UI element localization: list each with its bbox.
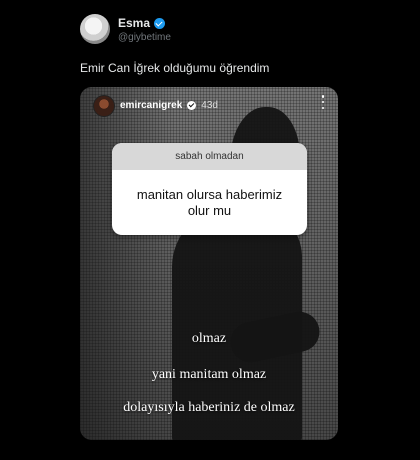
- more-vertical-icon[interactable]: [320, 95, 326, 109]
- author-handle[interactable]: @giybetime: [118, 32, 171, 43]
- story-time: 43d: [201, 99, 218, 111]
- question-sticker: sabah olmadan manitan olursa haberimiz o…: [112, 143, 307, 235]
- author-avatar[interactable]: [80, 14, 110, 44]
- question-header: sabah olmadan: [112, 143, 307, 170]
- caption-line-3: dolayısıyla haberiniz de olmaz: [123, 400, 295, 415]
- story-avatar[interactable]: [93, 95, 115, 117]
- question-answer: manitan olursa haberimiz olur mu: [136, 186, 283, 218]
- story-image[interactable]: emircanigrek 43d sabah olmadan manitan o…: [80, 87, 338, 440]
- author-name[interactable]: Esma: [118, 16, 150, 30]
- caption-line-1: olmaz: [191, 331, 227, 346]
- story-verified-icon: [187, 100, 197, 110]
- caption-line-2: yani manitam olmaz: [151, 367, 267, 382]
- verified-badge-icon: [154, 17, 166, 29]
- tweet-text: Emir Can İğrek olduğumu öğrendim: [80, 61, 270, 75]
- story-username[interactable]: emircanigrek: [120, 100, 182, 111]
- shadow-gradient: [80, 87, 175, 440]
